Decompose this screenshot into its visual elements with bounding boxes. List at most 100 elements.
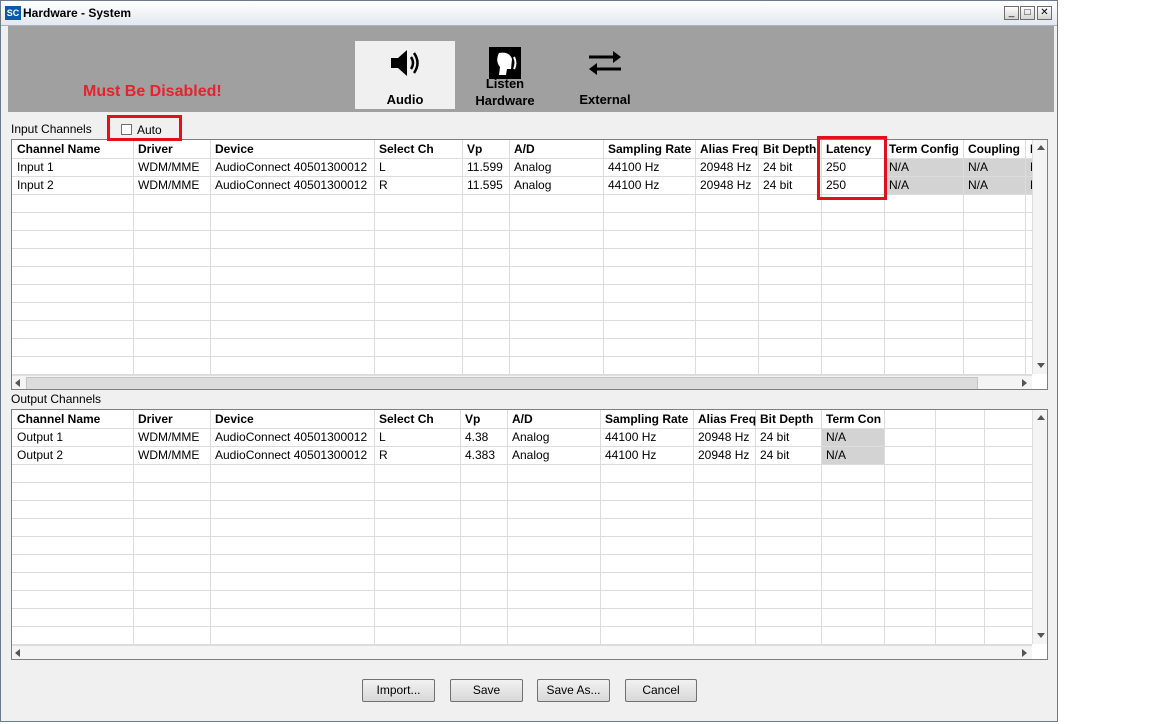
speaker-icon xyxy=(391,50,419,76)
table-cell[interactable]: Analog xyxy=(512,430,549,444)
table-cell[interactable]: Output 2 xyxy=(17,448,63,462)
external-button[interactable]: External xyxy=(555,41,655,109)
table-cell[interactable]: WDM/MME xyxy=(138,160,199,174)
scroll-left-icon[interactable] xyxy=(15,379,20,387)
column-header[interactable]: Alias Freq xyxy=(700,142,758,156)
scroll-right-icon[interactable] xyxy=(1022,379,1027,387)
table-cell[interactable]: 24 bit xyxy=(760,430,789,444)
listening-head-icon xyxy=(489,47,521,79)
table-cell[interactable]: 44100 Hz xyxy=(608,178,659,192)
window-title: Hardware - System xyxy=(23,6,132,20)
audio-button[interactable]: Audio xyxy=(355,41,455,109)
output-horizontal-scrollbar[interactable] xyxy=(12,645,1032,659)
table-cell[interactable]: N/A xyxy=(826,430,846,444)
table-cell[interactable]: 11.599 xyxy=(467,160,503,174)
table-cell[interactable]: 24 bit xyxy=(763,178,792,192)
import-button[interactable]: Import... xyxy=(362,679,435,702)
grid-row-line xyxy=(12,626,1032,627)
table-cell[interactable]: AudioConnect 40501300012 xyxy=(215,448,367,462)
table-cell[interactable]: R xyxy=(379,178,388,192)
table-cell[interactable]: WDM/MME xyxy=(138,430,199,444)
table-cell[interactable]: 24 bit xyxy=(760,448,789,462)
scroll-thumb[interactable] xyxy=(26,377,978,389)
listen-label: Listen xyxy=(485,76,525,91)
column-header[interactable]: Alias Freq xyxy=(698,412,756,426)
column-header[interactable]: Device xyxy=(215,142,254,156)
column-header[interactable]: Select Ch xyxy=(379,142,434,156)
table-cell[interactable]: WDM/MME xyxy=(138,178,199,192)
grid-row-line xyxy=(12,338,1032,339)
input-channels-table[interactable]: Channel Name Driver Device Select Ch Vp A/D Sa… xyxy=(11,139,1048,390)
column-header[interactable]: A/D xyxy=(514,142,535,156)
scroll-down-icon[interactable] xyxy=(1037,363,1045,368)
maximize-icon[interactable]: □ xyxy=(1020,6,1035,20)
table-cell[interactable]: 20948 Hz xyxy=(700,160,751,174)
table-cell[interactable]: 11.595 xyxy=(467,178,503,192)
scroll-up-icon[interactable] xyxy=(1037,145,1045,150)
table-cell[interactable]: 4.38 xyxy=(465,430,488,444)
input-vertical-scrollbar[interactable] xyxy=(1032,140,1047,374)
grid-column-line xyxy=(600,410,601,644)
column-header[interactable]: Coupling xyxy=(968,142,1020,156)
grid-row-line xyxy=(12,212,1032,213)
table-cell[interactable]: Input 1 xyxy=(17,160,54,174)
table-cell[interactable]: Analog xyxy=(514,160,551,174)
scroll-down-icon[interactable] xyxy=(1037,633,1045,638)
column-header[interactable]: Term Con xyxy=(826,412,881,426)
table-cell[interactable]: WDM/MME xyxy=(138,448,199,462)
table-cell[interactable]: AudioConnect 40501300012 xyxy=(215,430,367,444)
listen-hardware-button[interactable]: Listen Hardware xyxy=(455,41,555,109)
table-cell[interactable]: 24 bit xyxy=(763,160,792,174)
table-cell[interactable]: Analog xyxy=(512,448,549,462)
column-header[interactable]: Bit Depth xyxy=(763,142,816,156)
table-cell[interactable]: Output 1 xyxy=(17,430,63,444)
table-cell[interactable]: N/A xyxy=(968,178,988,192)
grid-row-line xyxy=(12,590,1032,591)
minimize-icon[interactable]: _ xyxy=(1004,6,1019,20)
table-cell[interactable]: N/A xyxy=(968,160,988,174)
output-vertical-scrollbar[interactable] xyxy=(1032,410,1047,644)
grid-row-line xyxy=(12,608,1032,609)
grid-column-line xyxy=(374,410,375,644)
table-cell[interactable]: 20948 Hz xyxy=(700,178,751,192)
column-header[interactable]: Vp xyxy=(465,412,480,426)
cancel-button[interactable]: Cancel xyxy=(625,679,697,702)
column-header[interactable]: Term Config xyxy=(889,142,959,156)
table-cell[interactable]: L xyxy=(379,430,386,444)
table-cell[interactable]: N/A xyxy=(826,448,846,462)
table-cell[interactable]: Input 2 xyxy=(17,178,54,192)
column-header[interactable]: Channel Name xyxy=(17,412,100,426)
scroll-left-icon[interactable] xyxy=(15,649,20,657)
table-cell[interactable]: 44100 Hz xyxy=(605,430,656,444)
table-cell[interactable]: 20948 Hz xyxy=(698,448,749,462)
table-cell[interactable]: AudioConnect 40501300012 xyxy=(215,178,367,192)
save-button[interactable]: Save xyxy=(450,679,523,702)
save-as-button[interactable]: Save As... xyxy=(537,679,610,702)
scroll-up-icon[interactable] xyxy=(1037,415,1045,420)
table-cell[interactable]: 44100 Hz xyxy=(608,160,659,174)
table-cell[interactable]: AudioConnect 40501300012 xyxy=(215,160,367,174)
table-cell[interactable]: N/A xyxy=(889,178,909,192)
column-header[interactable]: Driver xyxy=(138,142,173,156)
table-cell[interactable]: R xyxy=(379,448,388,462)
column-header[interactable]: Driver xyxy=(138,412,173,426)
column-header[interactable]: Bit Depth xyxy=(760,412,813,426)
table-cell[interactable]: Analog xyxy=(514,178,551,192)
table-cell[interactable]: 44100 Hz xyxy=(605,448,656,462)
column-header[interactable]: Vp xyxy=(467,142,482,156)
column-header[interactable]: Sampling Rate xyxy=(605,412,688,426)
column-header[interactable]: Device xyxy=(215,412,254,426)
scroll-right-icon[interactable] xyxy=(1022,649,1027,657)
table-cell[interactable]: 4.383 xyxy=(465,448,495,462)
column-header[interactable]: Channel Name xyxy=(17,142,100,156)
close-icon[interactable]: ✕ xyxy=(1037,6,1052,20)
output-channels-table[interactable]: Channel Name Driver Device Select Ch Vp A/D Sa… xyxy=(11,409,1048,660)
table-cell[interactable]: L xyxy=(379,160,386,174)
grid-column-line xyxy=(509,140,510,374)
column-header[interactable]: Sampling Rate xyxy=(608,142,691,156)
column-header[interactable]: A/D xyxy=(512,412,533,426)
table-cell[interactable]: 20948 Hz xyxy=(698,430,749,444)
input-horizontal-scrollbar[interactable] xyxy=(12,375,1032,389)
column-header[interactable]: Select Ch xyxy=(379,412,434,426)
table-cell[interactable]: N/A xyxy=(889,160,909,174)
